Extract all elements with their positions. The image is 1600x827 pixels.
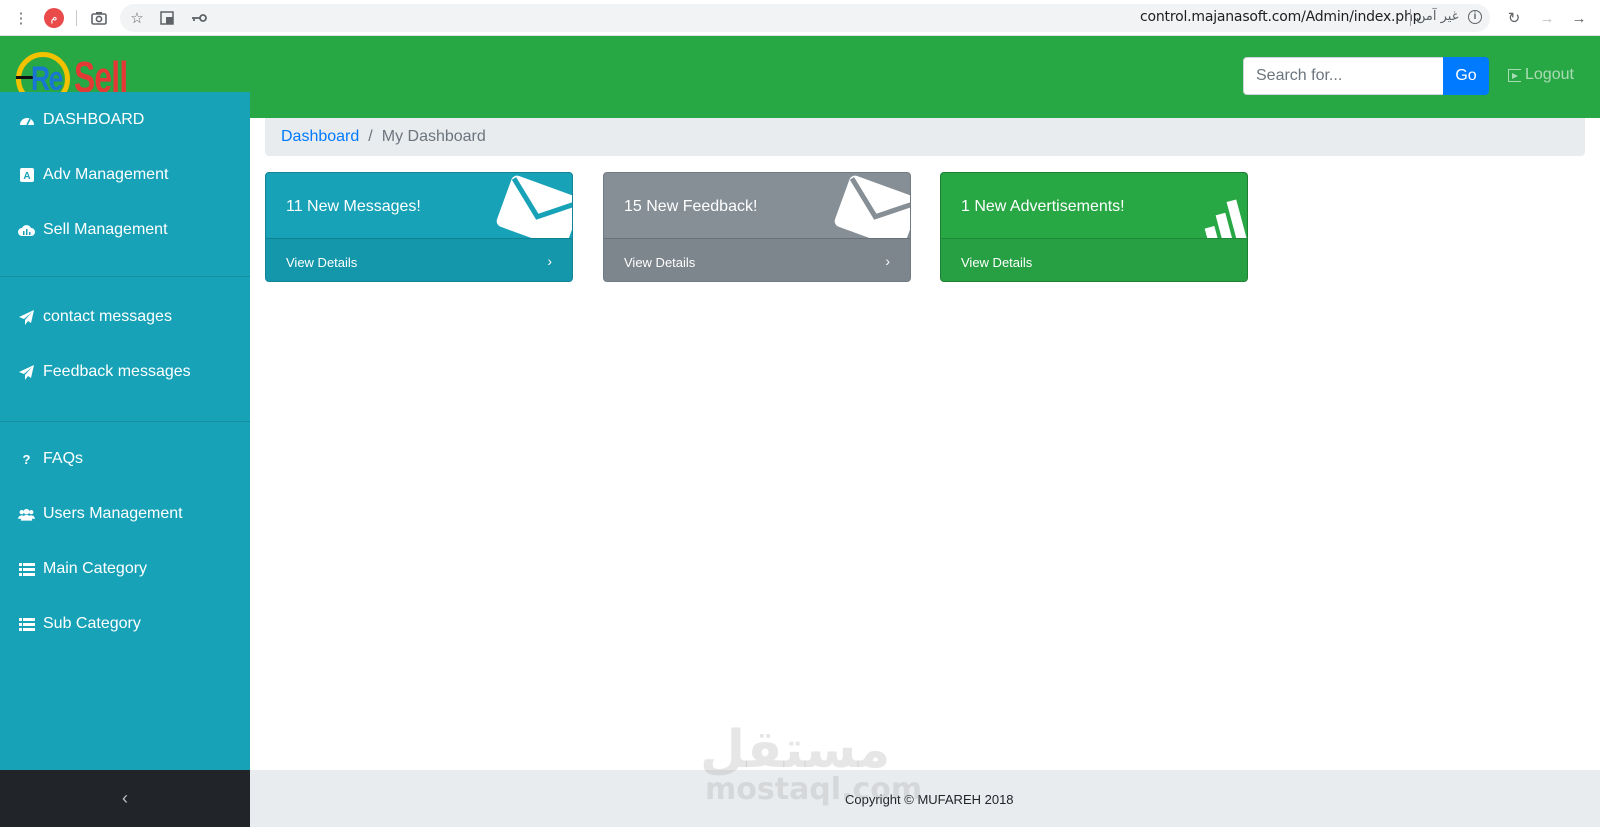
chevron-right-icon: › <box>547 253 552 269</box>
not-secure-label[interactable]: غير آمن <box>1416 9 1459 24</box>
cloud-icon <box>18 222 35 238</box>
menu-dots-icon[interactable]: ⋮ <box>12 9 30 27</box>
sidebar-item-sell-management[interactable]: Sell Management <box>0 210 250 250</box>
sidebar-item-label: Sell Management <box>43 221 168 238</box>
card-footer-view-details[interactable]: View Details › <box>604 238 910 281</box>
card-footer-view-details[interactable]: View Details › <box>266 238 572 281</box>
breadcrumb-current: My Dashboard <box>381 128 486 145</box>
logout-label: Logout <box>1525 66 1574 83</box>
sidebar: DASHBOARD A Adv Management Sell Manageme… <box>0 92 250 770</box>
card-title: 1 New Advertisements! <box>961 198 1125 215</box>
svg-text:A: A <box>23 171 30 182</box>
view-details-link[interactable]: View Details <box>624 255 695 270</box>
watermark-arabic: مستقل <box>700 720 891 780</box>
card-title: 11 New Messages! <box>286 198 421 215</box>
card-body: 15 New Feedback! <box>604 173 910 249</box>
breadcrumb: Dashboard / My Dashboard <box>265 118 1585 156</box>
watermark-latin: mostaql.com <box>705 772 923 807</box>
list-icon <box>18 616 35 632</box>
sidebar-item-faqs[interactable]: ? FAQs <box>0 439 250 479</box>
browser-toolbar: ⋮ م ☆ control.majanasoft.com/Admin/index… <box>0 0 1600 36</box>
view-details-link[interactable]: View Details <box>961 255 1032 270</box>
view-details-link[interactable]: View Details <box>286 255 357 270</box>
sidebar-item-label: Users Management <box>43 505 183 522</box>
chevron-right-icon: › <box>885 253 890 269</box>
star-icon[interactable]: ☆ <box>128 9 146 27</box>
sidebar-item-label: Adv Management <box>43 166 169 183</box>
sidebar-item-adv-management[interactable]: A Adv Management <box>0 155 250 195</box>
back-arrow-icon[interactable]: → <box>1538 9 1556 27</box>
card-body: 11 New Messages! <box>266 173 572 249</box>
dashboard-icon <box>18 112 35 128</box>
advertisements-card: 1 New Advertisements! View Details <box>940 172 1248 282</box>
chevron-left-icon: ‹ <box>122 788 128 808</box>
feedback-card: 15 New Feedback! View Details › <box>603 172 911 282</box>
adv-icon: A <box>18 167 35 183</box>
sidebar-item-label: DASHBOARD <box>43 111 145 128</box>
card-title: 15 New Feedback! <box>624 198 758 215</box>
question-icon: ? <box>22 451 31 467</box>
info-icon[interactable]: i <box>1468 10 1482 24</box>
sidebar-item-dashboard[interactable]: DASHBOARD <box>0 100 250 140</box>
sign-out-icon <box>1508 68 1521 82</box>
logout-link[interactable]: Logout <box>1508 66 1574 84</box>
card-body: 1 New Advertisements! <box>941 173 1247 259</box>
users-icon <box>18 506 35 522</box>
page-footer: Copyright © MUFAREH 2018 <box>250 770 1600 827</box>
sidebar-item-contact-messages[interactable]: contact messages <box>0 297 250 337</box>
sidebar-item-sub-category[interactable]: Sub Category <box>0 604 250 644</box>
sidebar-item-label: contact messages <box>43 308 172 325</box>
paper-plane-icon <box>18 309 35 325</box>
key-icon[interactable] <box>190 9 208 27</box>
url-separator <box>1410 9 1411 26</box>
paper-plane-icon <box>18 364 35 380</box>
sidebar-item-label: Feedback messages <box>43 363 191 380</box>
breadcrumb-separator: / <box>368 128 373 145</box>
translate-icon[interactable] <box>158 9 176 27</box>
sidebar-divider <box>0 276 250 277</box>
reload-icon[interactable]: ↻ <box>1505 9 1523 27</box>
url-text[interactable]: control.majanasoft.com/Admin/index.php <box>1140 9 1422 25</box>
list-icon <box>18 561 35 577</box>
toolbar-divider <box>76 10 77 26</box>
camera-icon[interactable] <box>90 9 108 27</box>
sidebar-item-label: Main Category <box>43 560 148 577</box>
sidebar-item-main-category[interactable]: Main Category <box>0 549 250 589</box>
sidebar-toggle-button[interactable]: ‹ <box>0 770 250 827</box>
sidebar-item-label: Sub Category <box>43 615 141 632</box>
forward-arrow-icon[interactable]: → <box>1570 9 1588 27</box>
card-footer-view-details[interactable]: View Details <box>941 238 1247 281</box>
search-input[interactable] <box>1243 57 1443 95</box>
messages-card: 11 New Messages! View Details › <box>265 172 573 282</box>
address-bar[interactable]: ☆ control.majanasoft.com/Admin/index.php… <box>120 4 1490 32</box>
sidebar-item-label: FAQs <box>43 450 84 467</box>
go-button[interactable]: Go <box>1443 57 1489 95</box>
sidebar-item-feedback-messages[interactable]: Feedback messages <box>0 352 250 392</box>
sidebar-item-users-management[interactable]: Users Management <box>0 494 250 534</box>
sidebar-divider <box>0 421 250 422</box>
profile-avatar[interactable]: م <box>44 8 64 28</box>
breadcrumb-link-dashboard[interactable]: Dashboard <box>281 128 359 146</box>
